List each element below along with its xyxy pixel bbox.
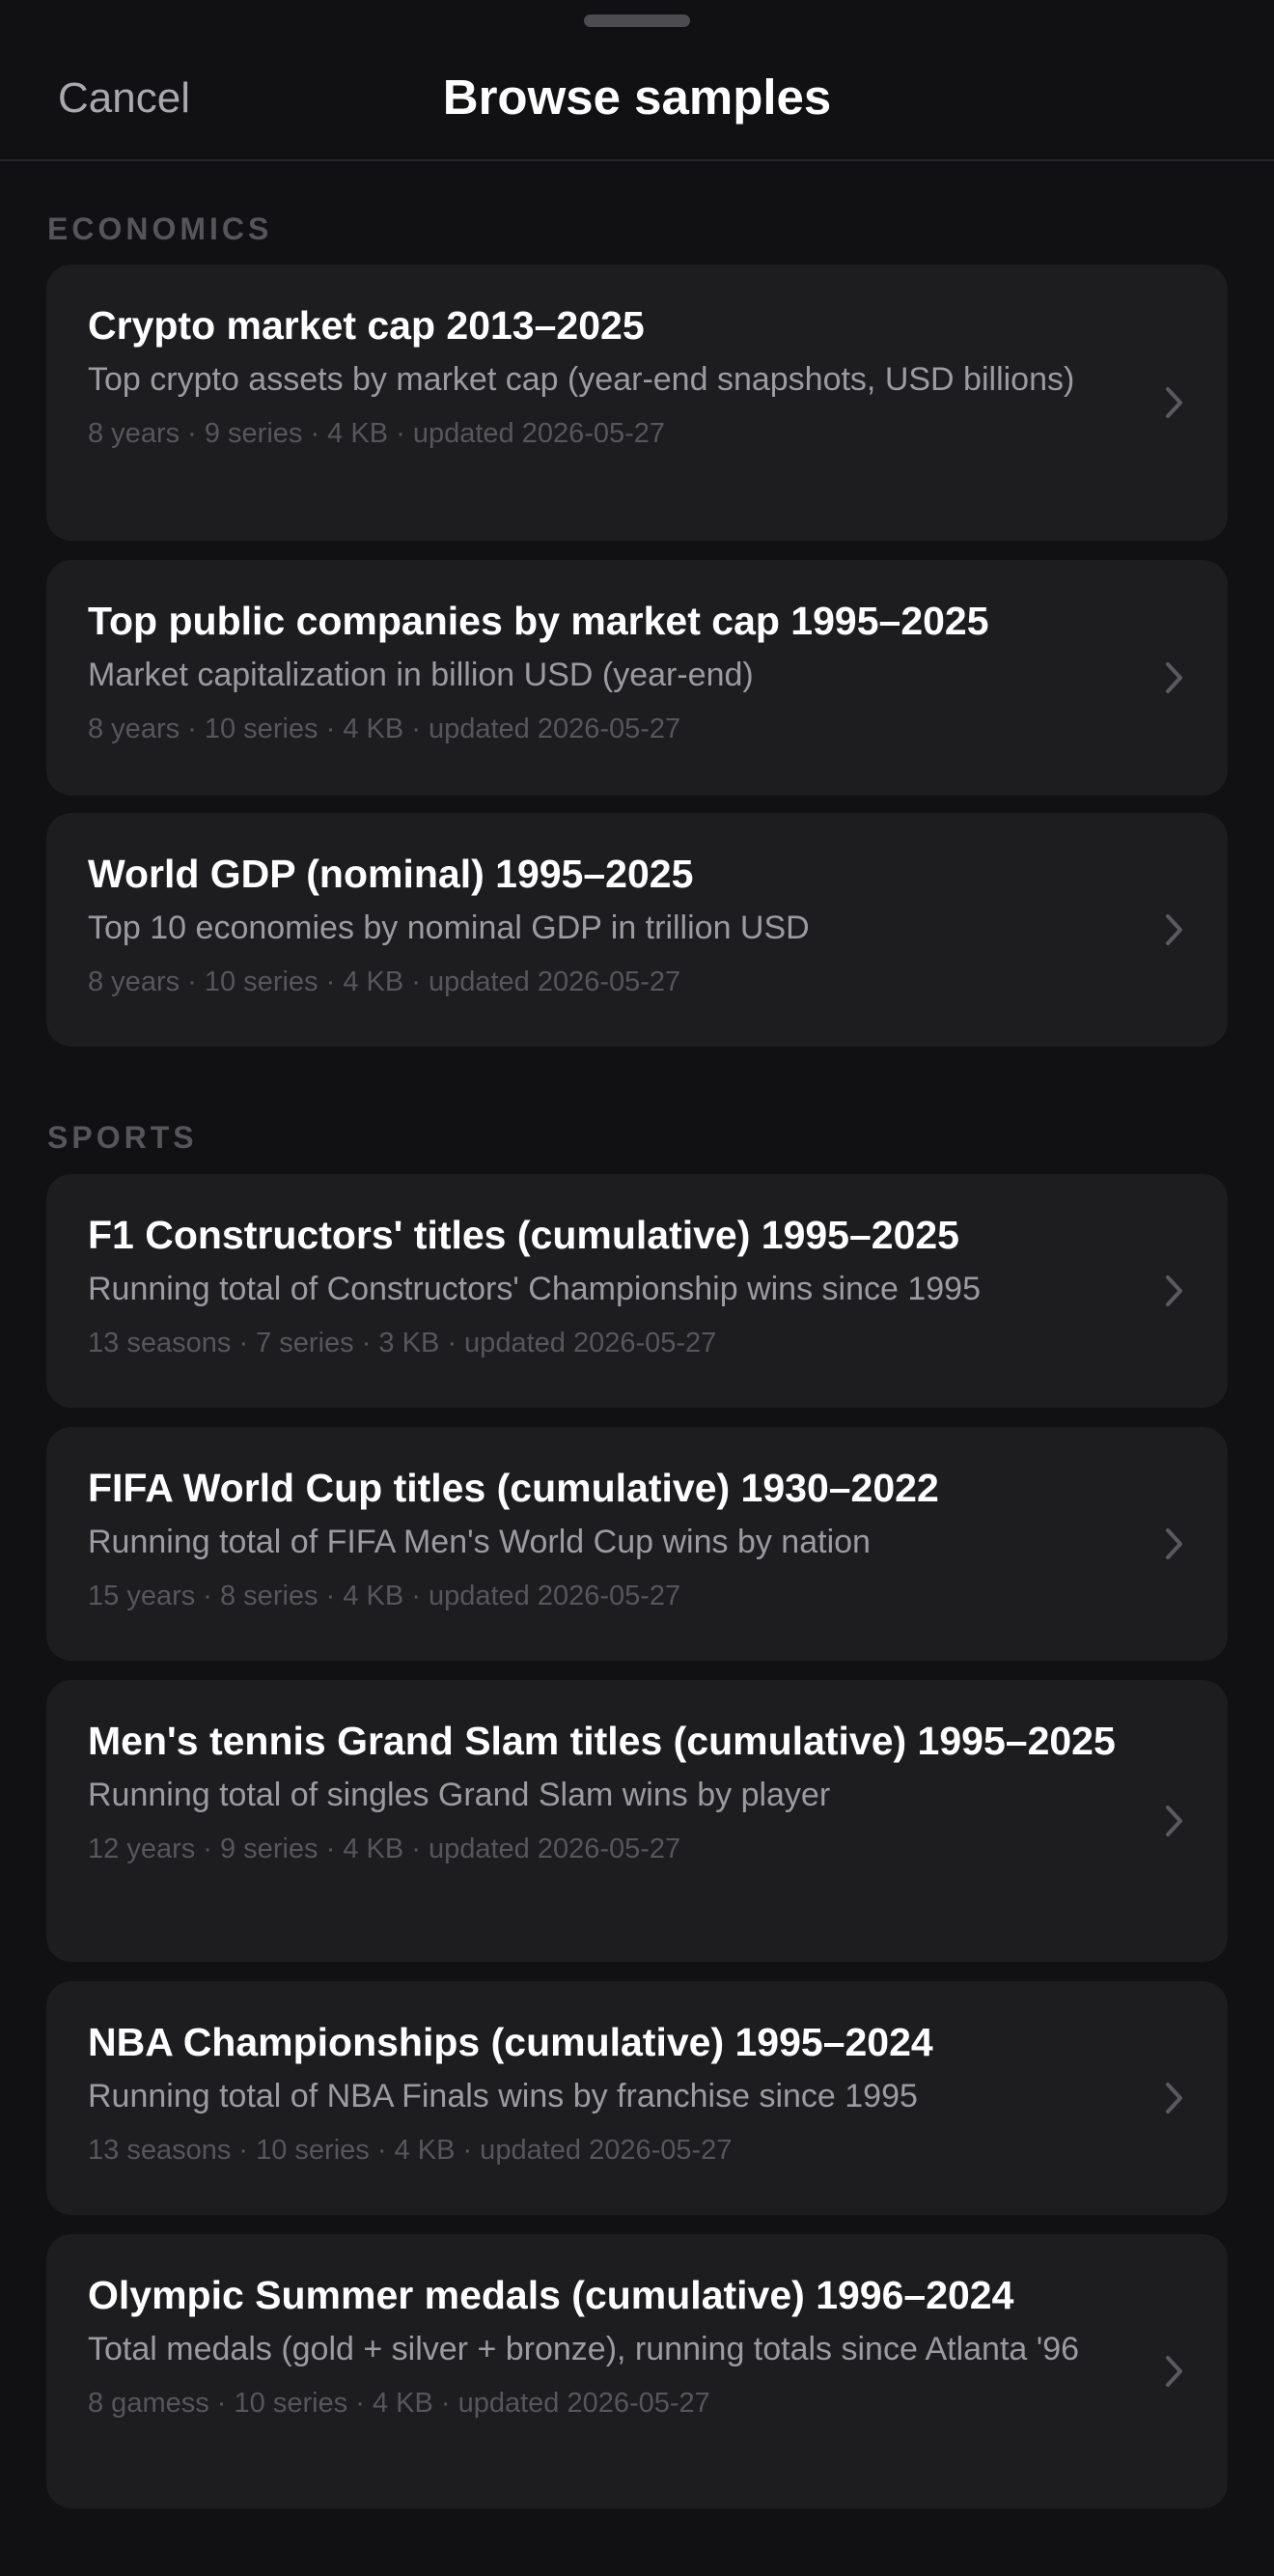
sample-item-title: FIFA World Cup titles (cumulative) 1930–… [88,1466,939,1510]
sample-item-text: Olympic Summer medals (cumulative) 1996–… [88,2271,1140,2422]
sample-item-subtitle: Market capitalization in billion USD (ye… [88,657,754,693]
chevron-right-icon [1164,1526,1185,1561]
chevron-right-icon [1164,1274,1185,1308]
chevron-right-icon [1164,912,1185,947]
sample-item-mens-tennis-grand-slam[interactable]: Men's tennis Grand Slam titles (cumulati… [46,1680,1228,1962]
sample-item-meta: 8 years · 9 series · 4 KB · updated 2026… [88,418,666,449]
sample-item-title: Men's tennis Grand Slam titles (cumulati… [88,1719,1116,1763]
sample-item-olympic-summer-medals[interactable]: Olympic Summer medals (cumulative) 1996–… [46,2234,1228,2508]
sample-item-text: Top public companies by market cap 1995–… [88,597,1140,747]
sample-item-subtitle: Top crypto assets by market cap (year-en… [88,361,1075,398]
sample-item-subtitle: Running total of Constructors' Champions… [88,1271,981,1307]
sample-item-nba-championships[interactable]: NBA Championships (cumulative) 1995–2024… [46,1981,1228,2215]
chevron-right-icon [1164,385,1185,420]
page-title: Browse samples [442,70,832,125]
section-header-sports: SPORTS [47,1120,198,1155]
sample-item-meta: 12 years · 9 series · 4 KB · updated 202… [88,1834,681,1864]
section-header-economics: ECONOMICS [47,211,273,246]
sample-item-text: World GDP (nominal) 1995–2025 Top 10 eco… [88,850,1140,1000]
sample-item-title: World GDP (nominal) 1995–2025 [88,852,694,896]
sample-item-subtitle: Running total of NBA Finals wins by fran… [88,2078,918,2114]
sample-item-text: FIFA World Cup titles (cumulative) 1930–… [88,1464,1140,1614]
sample-item-subtitle: Running total of FIFA Men's World Cup wi… [88,1524,871,1560]
sample-item-meta: 8 gamess · 10 series · 4 KB · updated 20… [88,2388,710,2419]
chevron-right-icon [1164,2081,1185,2115]
sample-item-title: Crypto market cap 2013–2025 [88,303,645,348]
sample-item-f1-constructors[interactable]: F1 Constructors' titles (cumulative) 199… [46,1174,1228,1408]
sample-item-meta: 13 seasons · 10 series · 4 KB · updated … [88,2135,733,2166]
chevron-right-icon [1164,2354,1185,2389]
sample-item-title: NBA Championships (cumulative) 1995–2024 [88,2020,933,2064]
sample-item-meta: 8 years · 10 series · 4 KB · updated 202… [88,966,681,997]
sample-item-subtitle: Top 10 economies by nominal GDP in trill… [88,910,810,946]
sample-item-text: F1 Constructors' titles (cumulative) 199… [88,1211,1140,1361]
sheet-grabber[interactable] [584,14,690,27]
sample-item-crypto-market-cap[interactable]: Crypto market cap 2013–2025 Top crypto a… [46,265,1228,541]
sample-item-title: F1 Constructors' titles (cumulative) 199… [88,1213,959,1257]
sample-item-subtitle: Total medals (gold + silver + bronze), r… [88,2331,1080,2367]
sample-item-subtitle: Running total of singles Grand Slam wins… [88,1777,831,1813]
sample-item-meta: 13 seasons · 7 series · 3 KB · updated 2… [88,1328,717,1358]
sample-item-top-public-companies[interactable]: Top public companies by market cap 1995–… [46,560,1228,796]
sample-item-fifa-world-cup[interactable]: FIFA World Cup titles (cumulative) 1930–… [46,1427,1228,1661]
sample-item-title: Top public companies by market cap 1995–… [88,599,989,643]
nav-bar: Cancel Browse samples [0,0,1274,161]
sample-item-world-gdp[interactable]: World GDP (nominal) 1995–2025 Top 10 eco… [46,813,1228,1047]
sample-item-text: NBA Championships (cumulative) 1995–2024… [88,2018,1140,2169]
sample-item-title: Olympic Summer medals (cumulative) 1996–… [88,2273,1014,2317]
sample-item-meta: 8 years · 10 series · 4 KB · updated 202… [88,714,681,744]
sample-item-text: Men's tennis Grand Slam titles (cumulati… [88,1717,1140,1867]
chevron-right-icon [1164,660,1185,695]
sample-item-meta: 15 years · 8 series · 4 KB · updated 202… [88,1581,681,1611]
sample-item-text: Crypto market cap 2013–2025 Top crypto a… [88,301,1140,452]
browse-samples-sheet: Cancel Browse samples ECONOMICS Crypto m… [0,0,1274,2576]
chevron-right-icon [1164,1804,1185,1838]
